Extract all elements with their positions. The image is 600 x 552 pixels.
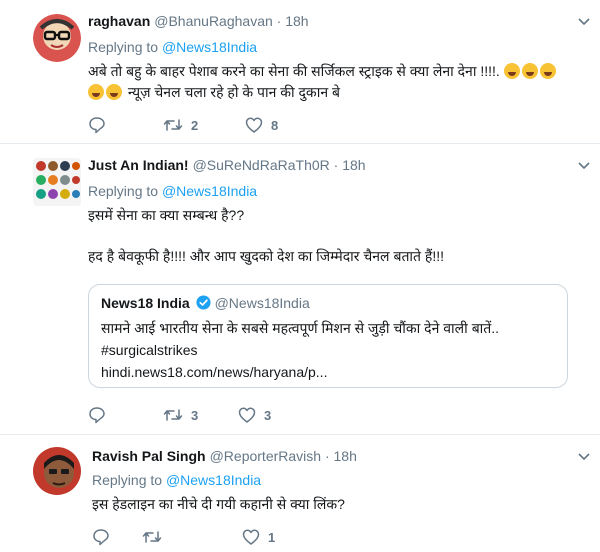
mention-link[interactable]: @News18India — [166, 472, 261, 488]
display-name-text[interactable]: raghavan — [88, 13, 150, 29]
display-name[interactable]: raghavan @BhanuRaghavan · 18h — [88, 13, 309, 29]
handle[interactable]: @SuReNdRaRaTh0R · 18h — [193, 157, 366, 173]
emoji-icon — [88, 84, 104, 100]
emoji-icon — [539, 63, 556, 79]
tweet[interactable]: Ravish Pal Singh @ReporterRavish · 18h Re… — [0, 435, 600, 552]
tweet-actions: 2 8 — [88, 115, 388, 135]
like-button[interactable]: 8 — [245, 115, 278, 135]
retweet-icon — [163, 119, 183, 131]
reply-button[interactable] — [92, 527, 118, 547]
like-icon — [245, 117, 263, 133]
replying-label: Replying to — [88, 39, 159, 55]
quoted-author-name: News18 India — [101, 295, 190, 311]
retweet-button[interactable] — [142, 527, 170, 547]
retweet-icon — [142, 531, 162, 543]
emoji-icon — [106, 84, 122, 100]
tweet-text: न्यूज़ चेनल चला रहे हो के पान की दुकान ब… — [88, 82, 340, 102]
tweet-actions: 3 3 — [88, 405, 388, 425]
mention-link[interactable]: @News18India — [162, 183, 257, 199]
quoted-author-handle: @News18India — [214, 295, 310, 311]
emoji-icon — [503, 63, 520, 79]
reply-button[interactable] — [88, 405, 114, 425]
handle[interactable]: @BhanuRaghavan · 18h — [154, 13, 308, 29]
hashtag[interactable]: #surgicalstrikes — [101, 340, 197, 360]
like-button[interactable]: 1 — [242, 527, 275, 547]
replying-label: Replying to — [88, 183, 159, 199]
like-button[interactable]: 3 — [238, 405, 271, 425]
like-icon — [238, 407, 256, 423]
replying-to: Replying to @News18India — [88, 39, 257, 55]
like-count: 1 — [268, 529, 276, 545]
tweet-text: अबे तो बहु के बाहर पेशाब करने का सेना की… — [88, 61, 558, 81]
quoted-tweet[interactable]: News18 India @News18India सामने आई भारती… — [88, 284, 568, 388]
display-name-text[interactable]: Just An Indian! — [88, 157, 189, 173]
avatar[interactable] — [33, 158, 81, 206]
reply-icon — [93, 529, 109, 546]
tweet[interactable]: Just An Indian! @SuReNdRaRaTh0R · 18h Rep… — [0, 144, 600, 434]
quoted-author: News18 India @News18India — [101, 295, 310, 311]
replying-label: Replying to — [92, 472, 163, 488]
tweet-text-line: अबे तो बहु के बाहर पेशाब करने का सेना की… — [88, 63, 500, 79]
replying-to: Replying to @News18India — [92, 472, 261, 488]
verified-badge-icon — [196, 295, 211, 310]
tweet-actions: 1 — [92, 527, 392, 547]
retweet-button[interactable]: 2 — [163, 115, 198, 135]
handle[interactable]: @ReporterRavish · 18h — [210, 448, 357, 464]
tweet-text-line: इसमें सेना का क्या सम्बन्ध है?? — [88, 207, 245, 223]
display-name[interactable]: Ravish Pal Singh @ReporterRavish · 18h — [92, 448, 357, 464]
avatar[interactable] — [33, 14, 81, 62]
retweet-count: 3 — [191, 407, 199, 423]
chevron-down-icon[interactable] — [578, 16, 590, 28]
replying-to: Replying to @News18India — [88, 183, 257, 199]
reply-icon — [89, 117, 105, 134]
like-icon — [242, 529, 260, 545]
retweet-button[interactable]: 3 — [163, 405, 198, 425]
tweet-text-line: न्यूज़ चेनल चला रहे हो के पान की दुकान ब… — [127, 84, 340, 100]
retweet-count: 2 — [191, 117, 199, 133]
display-name-text[interactable]: Ravish Pal Singh — [92, 448, 206, 464]
mention-link[interactable]: @News18India — [162, 39, 257, 55]
retweet-icon — [163, 409, 183, 421]
tweet-text-line: इस हेडलाइन का नीचे दी गयी कहानी से क्या … — [92, 496, 345, 512]
chevron-down-icon[interactable] — [578, 160, 590, 172]
chevron-down-icon[interactable] — [578, 451, 590, 463]
reply-icon — [89, 407, 105, 424]
reply-button[interactable] — [88, 115, 114, 135]
tweet[interactable]: raghavan @BhanuRaghavan · 18h Replying to… — [0, 0, 600, 143]
quoted-text: सामने आई भारतीय सेना के सबसे महत्वपूर्ण … — [101, 320, 500, 336]
quoted-link[interactable]: hindi.news18.com/news/haryana/p... — [101, 362, 327, 382]
avatar[interactable] — [33, 447, 81, 495]
tweet-text-line: हद है बेवकूफी है!!!! और आप खुदको देश का … — [88, 248, 445, 264]
like-count: 3 — [264, 407, 272, 423]
like-count: 8 — [271, 117, 279, 133]
emoji-icon — [521, 63, 538, 79]
display-name[interactable]: Just An Indian! @SuReNdRaRaTh0R · 18h — [88, 157, 366, 173]
